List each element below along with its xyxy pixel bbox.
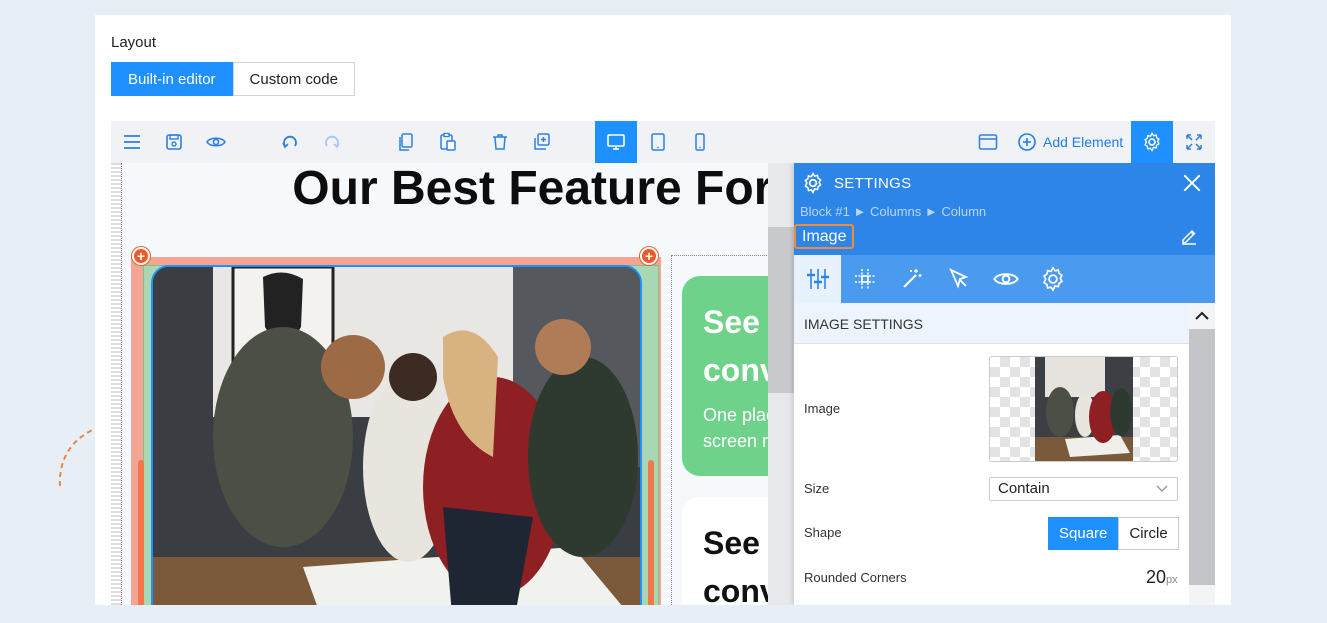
canvas-scrollbar[interactable] — [768, 163, 794, 605]
tab-magic[interactable] — [888, 255, 935, 303]
editor-canvas: Our Best Feature For Ho + + See conv One… — [111, 163, 1215, 605]
desktop-icon[interactable] — [595, 121, 637, 163]
paste-icon[interactable] — [427, 121, 469, 163]
gear-icon — [1042, 266, 1063, 292]
element-name[interactable]: Image — [794, 224, 855, 249]
delete-icon[interactable] — [479, 121, 521, 163]
layout-card: Layout Built-in editor Custom code Add E… — [95, 15, 1231, 605]
tab-visibility[interactable] — [982, 255, 1029, 303]
team-photo[interactable] — [151, 265, 642, 605]
save-icon[interactable] — [153, 121, 195, 163]
edit-name-icon[interactable] — [1179, 226, 1199, 246]
size-select-value: Contain — [998, 480, 1050, 497]
menu-icon[interactable] — [111, 121, 153, 163]
image-settings-heading[interactable]: IMAGE SETTINGS — [794, 303, 1189, 344]
size-select[interactable]: Contain — [989, 477, 1178, 501]
rounded-corners-label: Rounded Corners — [804, 570, 907, 585]
add-circle-icon — [1018, 133, 1036, 151]
breadcrumb[interactable]: Block #1 ► Columns ► Column — [800, 204, 986, 219]
editor-toolbar: Add Element — [111, 121, 1215, 163]
tab-grid[interactable] — [841, 255, 888, 303]
settings-gear-icon — [804, 172, 822, 194]
rounded-corners-number: 20 — [1146, 567, 1167, 587]
gear-icon[interactable] — [1131, 121, 1173, 163]
image-label: Image — [804, 401, 841, 416]
magic-wand-icon — [902, 269, 921, 288]
tab-sliders[interactable] — [794, 255, 841, 303]
grid-icon — [854, 269, 875, 289]
custom-code-button[interactable]: Custom code — [232, 62, 355, 96]
add-element-button[interactable]: Add Element — [1017, 121, 1123, 163]
close-icon[interactable] — [1181, 172, 1203, 194]
size-label: Size — [804, 481, 830, 496]
fullscreen-icon[interactable] — [1173, 121, 1215, 163]
duplicate-icon[interactable] — [521, 121, 563, 163]
settings-scrollbar[interactable] — [1189, 303, 1215, 605]
block-outline — [121, 163, 122, 605]
canvas-edge — [111, 163, 121, 605]
settings-header: SETTINGS Block #1 ► Columns ► Column Ima… — [794, 163, 1215, 255]
tab-settings[interactable] — [1029, 255, 1076, 303]
sliders-icon — [806, 269, 829, 289]
shape-toggle: Square Circle — [1048, 517, 1179, 550]
team-photo-illustration — [153, 267, 640, 605]
redo-icon[interactable] — [311, 121, 353, 163]
tablet-icon[interactable] — [637, 121, 679, 163]
mobile-icon[interactable] — [679, 121, 721, 163]
shape-label: Shape — [804, 525, 842, 540]
shape-circle-button[interactable]: Circle — [1118, 517, 1179, 550]
shape-square-button[interactable]: Square — [1048, 517, 1119, 550]
layout-mode-toggle: Built-in editor Custom code — [111, 62, 355, 96]
image-preview[interactable] — [989, 356, 1178, 462]
column-resize-handle-left[interactable] — [138, 460, 144, 605]
undo-icon[interactable] — [269, 121, 311, 163]
settings-tabs — [794, 255, 1215, 303]
layout-label: Layout — [111, 34, 157, 51]
copy-icon[interactable] — [385, 121, 427, 163]
canvas-scrollbar-thumb[interactable] — [768, 227, 794, 393]
tab-pointer[interactable] — [935, 255, 982, 303]
image-preview-photo — [1035, 357, 1133, 461]
settings-title: SETTINGS — [834, 175, 912, 192]
preview-icon[interactable] — [195, 121, 237, 163]
add-column-left-button[interactable]: + — [132, 247, 150, 265]
rounded-corners-value[interactable]: 20px — [1146, 567, 1178, 588]
add-column-right-button[interactable]: + — [640, 247, 658, 265]
add-element-label: Add Element — [1043, 134, 1124, 150]
rounded-corners-unit: px — [1166, 574, 1178, 586]
layout-icon[interactable] — [967, 121, 1009, 163]
eye-icon — [992, 273, 1019, 285]
column-resize-handle-right[interactable] — [648, 460, 654, 605]
built-in-editor-button[interactable]: Built-in editor — [111, 62, 233, 96]
chevron-down-icon — [1156, 485, 1168, 492]
settings-scrollbar-thumb[interactable] — [1189, 329, 1215, 585]
pointer-icon — [948, 268, 968, 289]
settings-panel: SETTINGS Block #1 ► Columns ► Column Ima… — [794, 163, 1215, 605]
scroll-up-icon[interactable] — [1194, 309, 1210, 323]
